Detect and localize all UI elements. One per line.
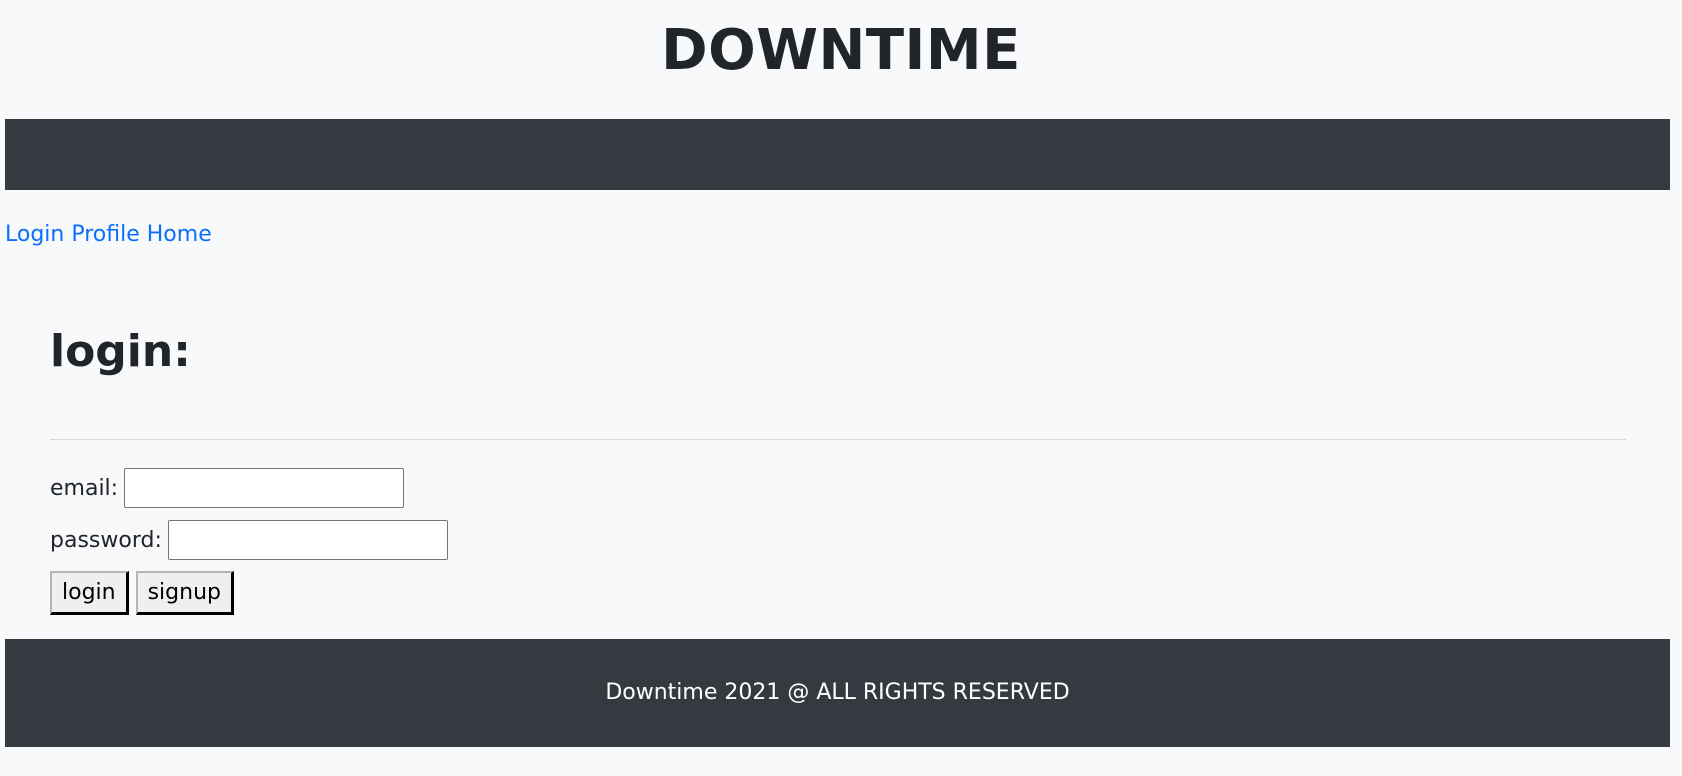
site-title: DOWNTIME bbox=[661, 18, 1021, 83]
signup-button[interactable]: signup bbox=[135, 571, 234, 615]
nav-links: Login Profile Home bbox=[5, 220, 212, 250]
divider bbox=[50, 439, 1626, 440]
password-input[interactable] bbox=[167, 520, 448, 560]
password-row: password: bbox=[50, 518, 448, 562]
login-button[interactable]: login bbox=[50, 571, 129, 615]
password-label: password: bbox=[50, 527, 162, 553]
email-label: email: bbox=[50, 475, 119, 501]
footer: Downtime 2021 @ ALL RIGHTS RESERVED bbox=[5, 639, 1670, 747]
form-buttons: login signup bbox=[50, 571, 234, 615]
nav-link-profile[interactable]: Profile bbox=[71, 222, 139, 247]
login-heading: login: bbox=[50, 326, 191, 377]
email-row: email: bbox=[50, 466, 405, 510]
footer-text: Downtime 2021 @ ALL RIGHTS RESERVED bbox=[605, 680, 1070, 705]
email-input[interactable] bbox=[124, 468, 405, 508]
nav-link-home[interactable]: Home bbox=[147, 222, 212, 247]
top-navbar bbox=[5, 119, 1670, 190]
nav-link-login[interactable]: Login bbox=[5, 222, 64, 247]
